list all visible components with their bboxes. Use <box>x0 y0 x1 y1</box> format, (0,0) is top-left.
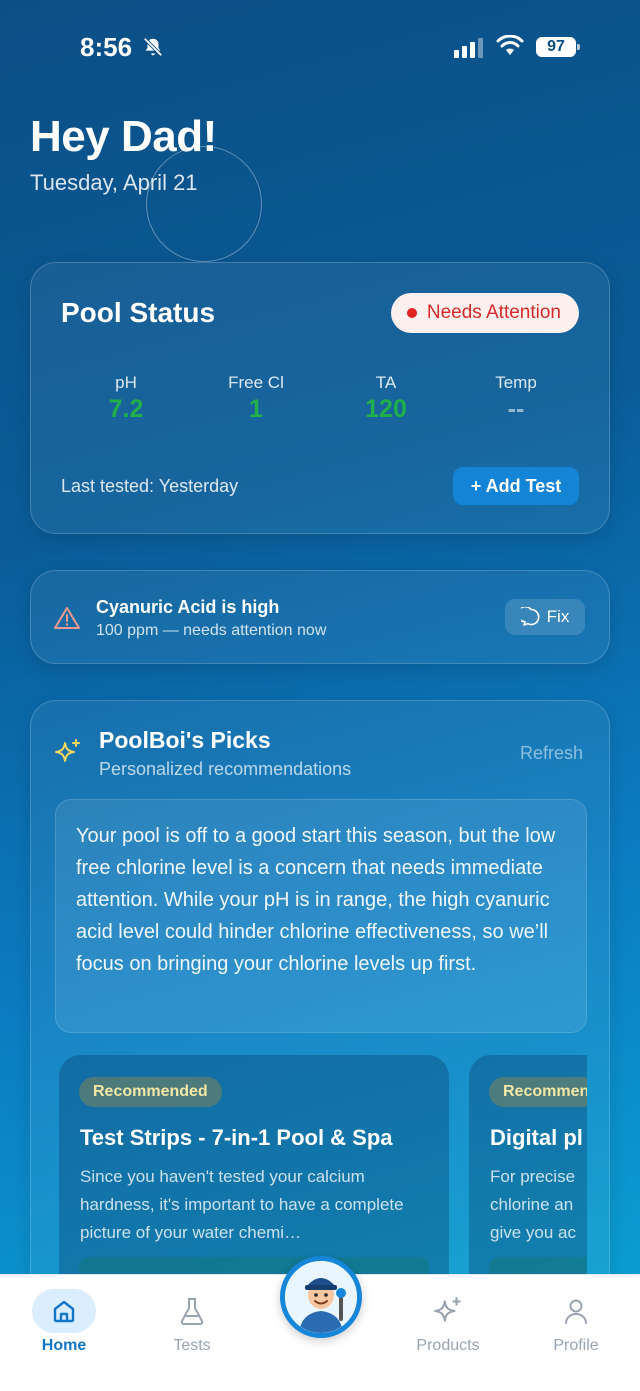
status-dot-icon <box>406 308 417 318</box>
home-icon <box>53 1300 75 1323</box>
chat-bubble-icon <box>520 607 540 626</box>
recommended-badge: Recommended <box>79 1077 222 1107</box>
flask-icon <box>180 1298 204 1325</box>
product-description: For precise chlorine an give you ac <box>490 1167 576 1242</box>
status-badge-label: Needs Attention <box>426 302 561 323</box>
metrics-row: pH 7.2 Free Cl 1 TA 120 Temp -- <box>61 373 581 424</box>
alert-title: Cyanuric Acid is high <box>96 597 280 617</box>
wifi-icon <box>496 35 524 55</box>
tab-label: Profile <box>553 1337 599 1354</box>
metric-ta: TA 120 <box>321 373 451 424</box>
alert-card[interactable]: Cyanuric Acid is high 100 ppm — needs at… <box>30 570 610 664</box>
status-bar: 8:56 97 <box>0 0 640 96</box>
metric-label: Temp <box>495 373 537 392</box>
tab-tests[interactable]: Tests <box>147 1289 237 1355</box>
fix-button-label: Fix <box>546 607 570 626</box>
tab-products[interactable]: Products <box>403 1289 493 1355</box>
metric-value: 7.2 <box>108 395 144 423</box>
picks-subtitle: Personalized recommendations <box>99 759 352 779</box>
metric-free-cl: Free Cl 1 <box>191 373 321 424</box>
warning-icon <box>54 607 80 629</box>
last-tested-label: Last tested: Yesterday <box>61 476 239 496</box>
product-description: Since you haven't tested your calcium ha… <box>80 1167 404 1242</box>
pool-status-card[interactable]: Pool Status Needs Attention pH 7.2 Free … <box>30 262 610 534</box>
fix-button[interactable]: Fix <box>505 599 585 635</box>
poolboi-mascot-icon <box>285 1261 357 1333</box>
add-test-button[interactable]: + Add Test <box>453 467 579 505</box>
metric-value: 120 <box>365 395 407 423</box>
person-icon <box>565 1299 587 1324</box>
product-title: Test Strips - 7-in-1 Pool & Spa <box>80 1125 393 1150</box>
tab-label: Products <box>416 1337 480 1354</box>
tab-profile[interactable]: Profile <box>531 1289 621 1355</box>
bell-muted-icon <box>143 37 163 57</box>
metric-value: -- <box>507 395 525 423</box>
metric-temp: Temp -- <box>451 373 581 424</box>
metric-label: pH <box>115 373 137 392</box>
metric-label: TA <box>375 373 397 392</box>
status-badge: Needs Attention <box>390 293 579 333</box>
metric-ph: pH 7.2 <box>61 373 191 424</box>
alert-subtitle: 100 ppm — needs attention now <box>96 622 327 639</box>
tab-home[interactable]: Home <box>19 1289 109 1355</box>
metric-value: 1 <box>249 395 263 423</box>
sparkle-icon <box>434 1297 461 1322</box>
recommended-badge: Recommended <box>489 1077 587 1107</box>
product-title: Digital pl <box>490 1125 583 1150</box>
refresh-button[interactable]: Refresh <box>520 743 583 764</box>
touch-indicator <box>146 146 262 262</box>
battery-indicator: 97 <box>536 37 580 57</box>
pool-status-title: Pool Status <box>61 297 216 328</box>
mascot-button[interactable] <box>280 1256 362 1338</box>
tab-label: Home <box>41 1337 87 1354</box>
tab-label: Tests <box>173 1337 211 1354</box>
cellular-signal-icon <box>454 38 483 58</box>
metric-label: Free Cl <box>228 373 284 392</box>
picks-summary: Your pool is off to a good start this se… <box>55 799 587 1033</box>
clock: 8:56 <box>80 32 133 62</box>
picks-title: PoolBoi's Picks <box>99 727 271 753</box>
sparkle-icon <box>55 739 80 762</box>
